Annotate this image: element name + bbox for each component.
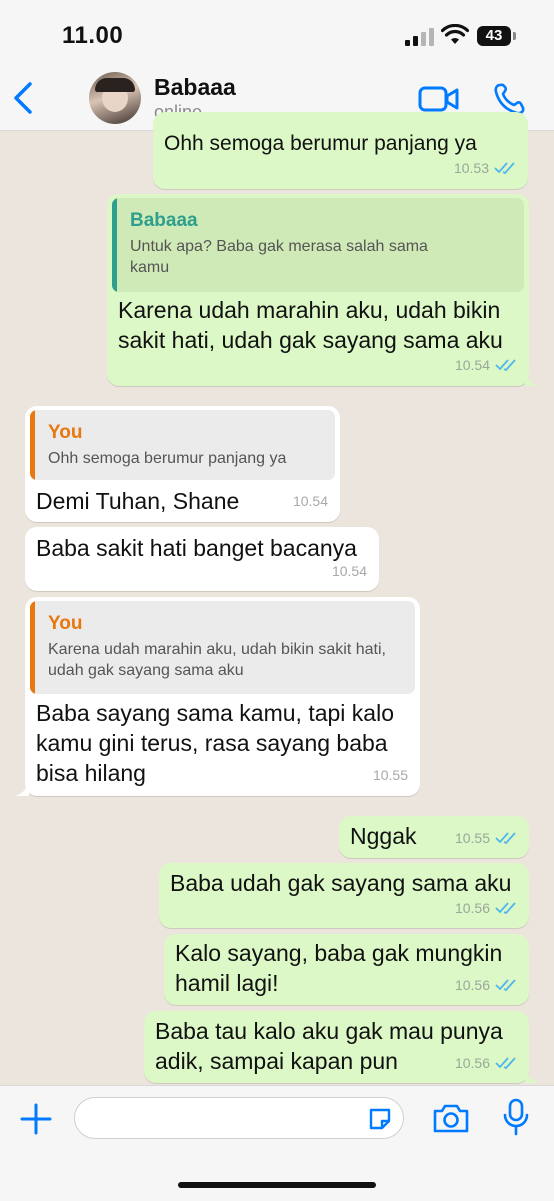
message-meta: 10.56 <box>455 893 517 923</box>
message-bubble-incoming[interactable]: Baba sakit hati banget bacanya 10.54 <box>25 527 379 591</box>
plus-icon[interactable] <box>20 1103 52 1135</box>
quote-author: You <box>48 422 83 443</box>
message-meta: 10.56 <box>455 1048 517 1078</box>
camera-icon[interactable] <box>432 1102 470 1134</box>
status-time: 11.00 <box>62 22 124 49</box>
message-bubble-outgoing[interactable]: Babaaa Untuk apa? Baba gak merasa salah … <box>107 194 539 386</box>
quote-author: Babaaa <box>130 210 198 231</box>
bubble-tail <box>15 782 29 796</box>
message-bubble-outgoing[interactable]: Baba udah gak sayang sama aku 10.56 <box>159 863 529 928</box>
message-text: Nggak <box>350 823 417 849</box>
quote-text: Ohh semoga berumur panjang ya <box>48 450 287 467</box>
quote-bar <box>30 601 35 694</box>
message-bubble-outgoing[interactable]: Baba tau kalo aku gak mau punya adik, sa… <box>144 1011 539 1083</box>
message-time: 10.56 <box>454 1055 490 1071</box>
message-bubble-outgoing[interactable]: Ohh semoga berumur panjang ya 10.53 <box>153 112 528 189</box>
composer-bar <box>0 1085 554 1201</box>
wifi-icon <box>441 24 469 44</box>
quoted-reply[interactable]: Babaaa Untuk apa? Baba gak merasa salah … <box>112 198 524 292</box>
quote-bar <box>112 198 117 292</box>
read-ticks-icon <box>495 359 516 372</box>
cellular-signal-icon <box>405 28 435 46</box>
message-meta: 10.56 <box>455 970 517 1000</box>
bubble-tail <box>525 1069 539 1083</box>
quoted-reply[interactable]: You Ohh semoga berumur panjang ya <box>30 410 335 480</box>
quote-text: Untuk apa? Baba gak merasa salah sama ka… <box>130 238 428 276</box>
message-time: 10.54 <box>331 563 367 579</box>
status-bar: 11.00 43 <box>0 0 554 70</box>
message-bubble-outgoing[interactable]: Kalo sayang, baba gak mungkin hamil lagi… <box>164 934 529 1005</box>
message-time: 10.54 <box>292 493 328 509</box>
read-ticks-icon <box>495 979 516 992</box>
quote-bar <box>30 410 35 480</box>
message-time: 10.56 <box>454 900 490 916</box>
message-meta: 10.54 <box>455 350 517 380</box>
quoted-reply[interactable]: You Karena udah marahin aku, udah bikin … <box>30 601 415 694</box>
message-meta: 10.53 <box>454 153 516 183</box>
message-text: Baba sayang sama kamu, tapi kalo kamu gi… <box>36 700 394 786</box>
message-meta: 10.54 <box>332 556 367 586</box>
message-input[interactable] <box>74 1097 404 1139</box>
message-meta: 10.55 <box>455 823 517 853</box>
message-text: Demi Tuhan, Shane <box>36 488 240 514</box>
message-meta: 10.55 <box>373 760 408 790</box>
message-time: 10.56 <box>454 977 490 993</box>
message-meta: 10.54 <box>293 486 328 516</box>
read-ticks-icon <box>495 1057 516 1070</box>
contact-name[interactable]: Babaaa <box>154 74 236 101</box>
message-bubble-outgoing[interactable]: Nggak 10.55 <box>339 816 529 858</box>
quote-author: You <box>48 613 83 634</box>
message-time: 10.55 <box>454 830 490 846</box>
home-indicator <box>178 1182 376 1188</box>
video-call-icon[interactable] <box>418 84 460 114</box>
message-text: Ohh semoga berumur panjang ya <box>164 132 477 155</box>
message-bubble-incoming[interactable]: You Karena udah marahin aku, udah bikin … <box>15 597 420 796</box>
message-time: 10.54 <box>454 357 490 373</box>
message-text: Baba sakit hati banget bacanya <box>36 535 357 561</box>
read-ticks-icon <box>494 162 515 175</box>
bubble-tail <box>525 372 539 386</box>
message-time: 10.53 <box>453 160 489 176</box>
read-ticks-icon <box>495 832 516 845</box>
contact-avatar[interactable] <box>89 72 141 124</box>
quote-text: Karena udah marahin aku, udah bikin saki… <box>48 641 386 679</box>
message-bubble-incoming[interactable]: You Ohh semoga berumur panjang ya Demi T… <box>25 406 340 522</box>
read-ticks-icon <box>495 902 516 915</box>
back-chevron-icon[interactable] <box>10 80 40 116</box>
message-text: Karena udah marahin aku, udah bikin saki… <box>118 297 503 353</box>
microphone-icon[interactable] <box>502 1098 530 1136</box>
battery-icon: 43 <box>477 26 516 46</box>
sticker-icon[interactable] <box>367 1106 393 1132</box>
voice-call-icon[interactable] <box>492 82 526 116</box>
message-time: 10.55 <box>372 767 408 783</box>
